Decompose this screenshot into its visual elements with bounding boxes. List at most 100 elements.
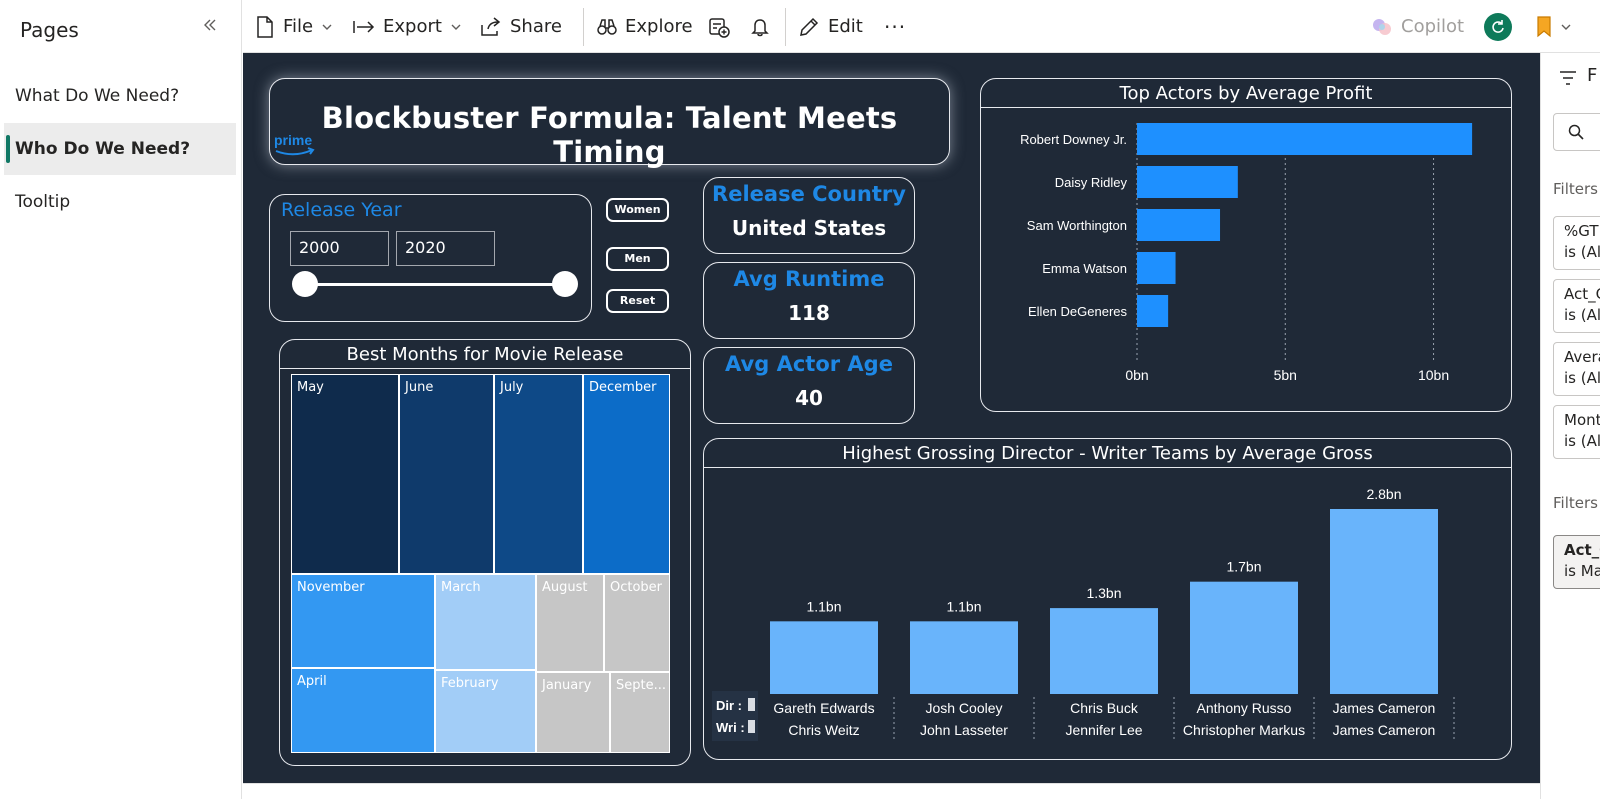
copilot-button[interactable]: Copilot: [1371, 0, 1464, 53]
filters-pane: F Filters o %GTis (All Act_Gis (All Aver…: [1540, 53, 1600, 799]
filter-state: is (All: [1564, 369, 1600, 387]
chevron-down-icon: [451, 24, 461, 30]
filter-name: Act_G: [1564, 285, 1600, 303]
x-tick-label: 5bn: [1274, 367, 1297, 383]
director-label: Anthony Russo: [1197, 700, 1292, 716]
filters-all-pages-heading: Filters o: [1553, 494, 1600, 512]
subscribe-button[interactable]: [708, 0, 730, 53]
file-label: File: [283, 16, 314, 37]
writer-label: James Cameron: [1333, 722, 1436, 738]
filter-card[interactable]: Mont is (All: [1553, 405, 1600, 459]
team-bar[interactable]: [910, 621, 1018, 694]
actor-bar[interactable]: [1137, 123, 1473, 155]
kpi-value: 118: [788, 301, 830, 325]
kpi-value: 40: [795, 386, 823, 410]
treemap-cell[interactable]: Septe...: [610, 672, 670, 753]
kpi-avg-actor-age: Avg Actor Age 40: [703, 347, 915, 424]
year-from-input[interactable]: 2000: [290, 231, 389, 266]
row-header-toggle[interactable]: [748, 720, 755, 733]
best-months-treemap: Best Months for Movie Release May June Jul…: [279, 339, 691, 766]
reset-button[interactable]: Reset: [606, 289, 669, 313]
treemap-cell[interactable]: July: [494, 374, 583, 574]
bar-data-label: 1.1bn: [806, 598, 841, 614]
x-tick-label: 10bn: [1418, 367, 1449, 383]
writer-label: Chris Weitz: [788, 722, 859, 738]
actor-bar[interactable]: [1137, 295, 1169, 327]
toolbar-divider: [785, 8, 786, 46]
team-bar[interactable]: [770, 621, 878, 694]
bookmark-button[interactable]: [1536, 0, 1572, 53]
double-chevron-left-icon: [204, 19, 216, 31]
director-label: Gareth Edwards: [773, 700, 874, 716]
bell-icon: [751, 18, 769, 36]
actor-bar[interactable]: [1137, 209, 1221, 241]
treemap-cell[interactable]: March: [435, 574, 536, 670]
share-button[interactable]: Share: [480, 0, 562, 53]
share-icon: [481, 16, 501, 36]
team-bar[interactable]: [1050, 608, 1158, 694]
powerbi-window: Pages What Do We Need? Who Do We Need? T…: [0, 0, 1600, 799]
year-slider-track[interactable]: [304, 283, 566, 286]
treemap-cell[interactable]: January: [536, 672, 610, 753]
actor-bar[interactable]: [1137, 166, 1238, 198]
chevron-down-icon: [322, 24, 332, 30]
edit-button[interactable]: Edit: [798, 0, 863, 53]
pencil-icon: [800, 17, 819, 36]
team-bar[interactable]: [1330, 509, 1438, 694]
treemap-cell[interactable]: May: [291, 374, 399, 574]
explore-button[interactable]: Explore: [597, 0, 693, 53]
kpi-label: Release Country: [712, 182, 906, 206]
actor-bar[interactable]: [1137, 252, 1176, 284]
men-button[interactable]: Men: [606, 247, 669, 271]
treemap-cell[interactable]: June: [399, 374, 494, 574]
filter-state: is (All: [1564, 432, 1600, 450]
filters-search-input[interactable]: [1553, 113, 1600, 151]
filter-card[interactable]: Act_Gis (All: [1553, 279, 1600, 333]
y-category-label: Emma Watson: [1042, 261, 1127, 276]
filter-state: is (All: [1564, 243, 1600, 261]
treemap-cell[interactable]: October: [604, 574, 670, 672]
treemap-cell[interactable]: February: [435, 670, 536, 753]
chevron-down-icon: [1561, 24, 1571, 30]
more-options-button[interactable]: ···: [884, 0, 906, 53]
treemap-cell[interactable]: November: [291, 574, 435, 668]
director-label: Chris Buck: [1070, 700, 1139, 716]
treemap-cell[interactable]: August: [536, 574, 604, 672]
release-year-slicer: Release Year 2000 2020: [269, 194, 592, 322]
bookmark-icon: [1537, 15, 1551, 37]
team-bar[interactable]: [1190, 581, 1298, 694]
report-canvas: Blockbuster Formula: Talent Meets Timing…: [243, 53, 1540, 783]
export-icon: [353, 20, 375, 33]
slicer-title: Release Year: [281, 199, 402, 221]
women-button[interactable]: Women: [606, 198, 669, 222]
year-slider-start-handle[interactable]: [292, 271, 318, 297]
alerts-button[interactable]: [751, 0, 769, 53]
filter-card-applied[interactable]: Act_Gis Ma: [1553, 535, 1600, 589]
copilot-label: Copilot: [1401, 16, 1465, 37]
page-item-who-do-we-need[interactable]: Who Do We Need?: [4, 123, 236, 175]
year-slider-end-handle[interactable]: [552, 271, 578, 297]
share-label: Share: [510, 16, 562, 37]
treemap-cell[interactable]: April: [291, 668, 435, 753]
file-menu-button[interactable]: File: [255, 0, 333, 53]
page-footer-strip: [243, 783, 1540, 799]
bar-data-label: 2.8bn: [1366, 486, 1401, 502]
filter-state: is (All: [1564, 306, 1600, 324]
filter-card[interactable]: %GT is (All: [1553, 216, 1600, 270]
report-title-card: Blockbuster Formula: Talent Meets Timing…: [269, 78, 950, 169]
export-menu-button[interactable]: Export: [353, 0, 462, 53]
bar-data-label: 1.3bn: [1086, 585, 1121, 601]
collapse-pages-button[interactable]: [198, 14, 222, 40]
add-subscription-icon: [709, 17, 730, 38]
top-actors-chart: Top Actors by Average Profit 0bn 5bn 10bn R…: [980, 78, 1512, 412]
treemap-cell[interactable]: December: [583, 374, 670, 574]
year-to-input[interactable]: 2020: [396, 231, 495, 266]
page-item-what-do-we-need[interactable]: What Do We Need?: [4, 70, 236, 122]
filter-card[interactable]: Avera is (All: [1553, 342, 1600, 396]
row-header-toggle[interactable]: [748, 698, 755, 711]
director-label: James Cameron: [1333, 700, 1436, 716]
page-item-tooltip[interactable]: Tooltip: [4, 176, 236, 228]
account-avatar[interactable]: [1484, 13, 1512, 41]
x-tick-label: 0bn: [1125, 367, 1148, 383]
filter-name: Mont: [1564, 411, 1600, 429]
